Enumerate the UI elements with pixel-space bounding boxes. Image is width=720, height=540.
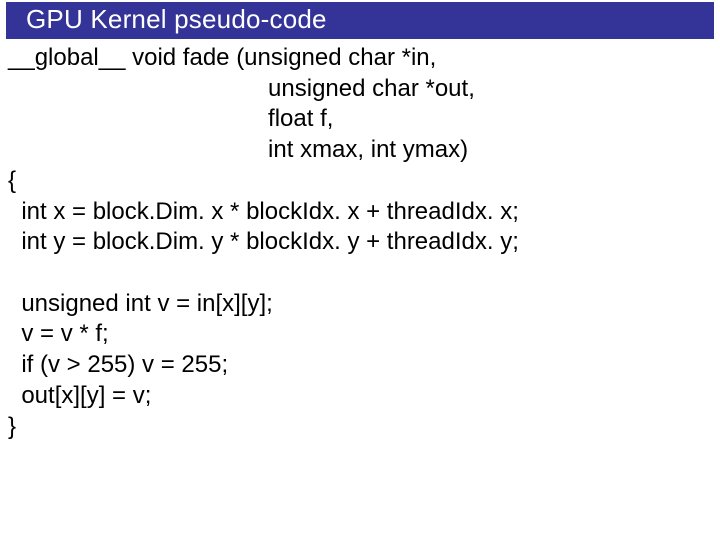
slide-title-bar: GPU Kernel pseudo-code <box>6 2 714 39</box>
code-line: int xmax, int ymax) <box>8 136 468 163</box>
code-line: unsigned int v = in[x][y]; <box>8 290 273 317</box>
slide: GPU Kernel pseudo-code __global__ void f… <box>0 2 720 540</box>
code-line: int x = block.Dim. x * blockIdx. x + thr… <box>8 198 519 225</box>
code-line: v = v * f; <box>8 320 109 347</box>
code-line: out[x][y] = v; <box>8 382 151 409</box>
code-line: unsigned char *out, <box>8 75 475 102</box>
code-line: float f, <box>8 105 333 132</box>
code-line: __global__ void fade (unsigned char *in, <box>8 44 436 71</box>
code-line: { <box>8 167 16 194</box>
code-line: int y = block.Dim. y * blockIdx. y + thr… <box>8 228 519 255</box>
slide-title: GPU Kernel pseudo-code <box>26 4 327 34</box>
code-line: if (v > 255) v = 255; <box>8 351 228 378</box>
code-block: __global__ void fade (unsigned char *in,… <box>0 39 720 442</box>
code-line: } <box>8 413 16 440</box>
